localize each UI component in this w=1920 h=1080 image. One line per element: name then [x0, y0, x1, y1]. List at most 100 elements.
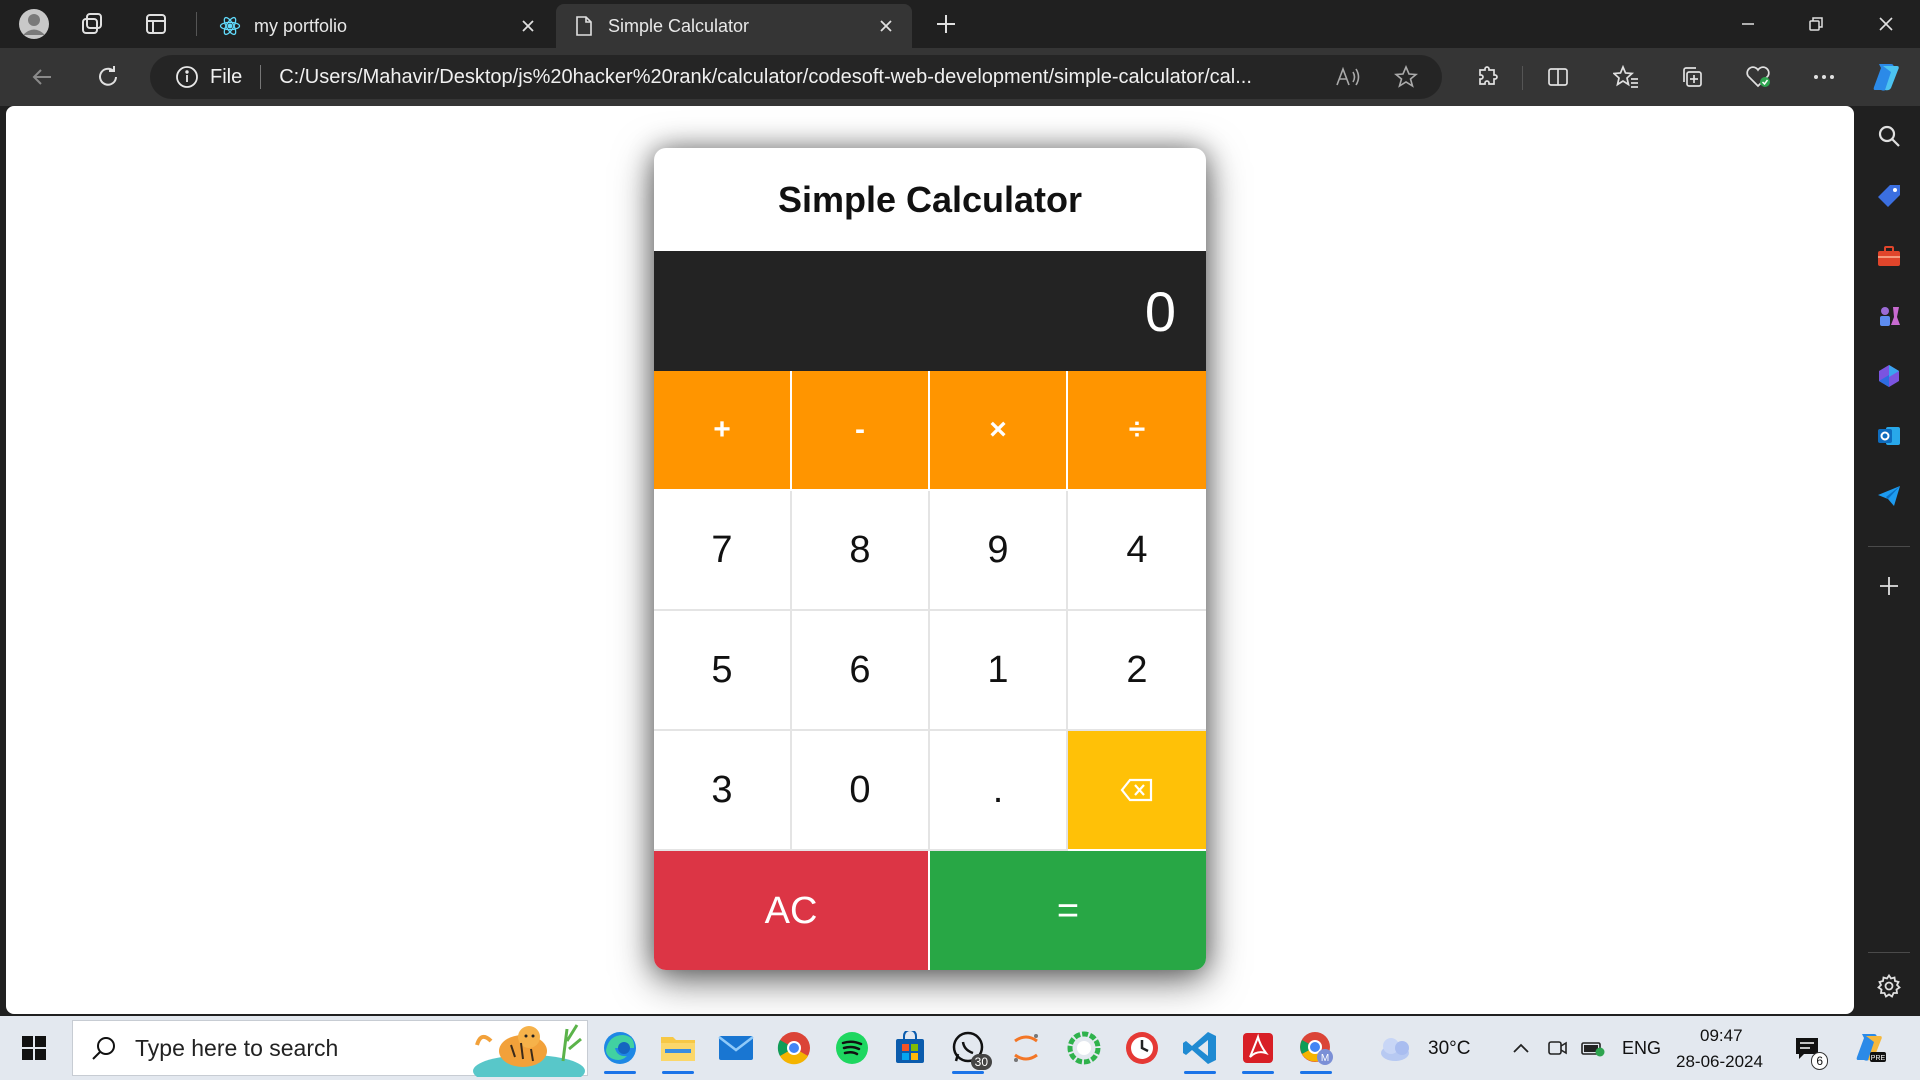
- taskbar-clock-app-icon[interactable]: [1116, 1022, 1168, 1074]
- minimize-icon[interactable]: [1714, 0, 1782, 48]
- restore-icon[interactable]: [1782, 0, 1850, 48]
- favorite-star-icon[interactable]: [1392, 63, 1420, 91]
- subtract-button[interactable]: -: [792, 371, 930, 491]
- digit-6-button[interactable]: 6: [792, 611, 930, 731]
- page-icon: [572, 14, 596, 38]
- tab-actions-icon[interactable]: [136, 4, 176, 44]
- calculator-keypad: + - × ÷ 7 8 9 4 5 6 1 2 3 0 . AC =: [654, 371, 1206, 970]
- add-sidebar-app-icon[interactable]: [1869, 566, 1909, 606]
- taskbar-spotify-icon[interactable]: [826, 1022, 878, 1074]
- digit-8-button[interactable]: 8: [792, 491, 930, 611]
- browser-essentials-icon[interactable]: [1738, 57, 1778, 97]
- calculator-display: 0: [654, 251, 1206, 371]
- multiply-button[interactable]: ×: [930, 371, 1068, 491]
- read-aloud-icon[interactable]: [1334, 63, 1362, 91]
- taskbar-search-box[interactable]: Type here to search: [72, 1020, 588, 1077]
- clock-time[interactable]: 09:47: [1700, 1026, 1743, 1046]
- digit-7-button[interactable]: 7: [654, 491, 792, 611]
- taskbar-mail-icon[interactable]: [710, 1022, 762, 1074]
- taskbar-vscode-icon[interactable]: [1174, 1022, 1226, 1074]
- tab-title: Simple Calculator: [608, 15, 750, 36]
- tab-my-portfolio[interactable]: my portfolio: [204, 4, 554, 48]
- profile-avatar[interactable]: [14, 4, 54, 44]
- copilot-icon[interactable]: [1866, 57, 1906, 97]
- decimal-button[interactable]: .: [930, 731, 1068, 851]
- react-icon: [218, 14, 242, 38]
- search-icon[interactable]: [1869, 116, 1909, 156]
- collections-icon[interactable]: [1672, 57, 1712, 97]
- refresh-icon[interactable]: [88, 57, 128, 97]
- calculator-title: Simple Calculator: [777, 178, 1083, 220]
- page-viewport: Simple Calculator 0 + - × ÷ 7 8 9 4 5 6 …: [6, 106, 1854, 1014]
- taskbar-chrome-icon[interactable]: [768, 1022, 820, 1074]
- divide-button[interactable]: ÷: [1068, 371, 1206, 491]
- outlook-icon[interactable]: [1869, 416, 1909, 456]
- weather-icon[interactable]: [1374, 1022, 1420, 1074]
- language-indicator[interactable]: ENG: [1622, 1038, 1661, 1059]
- more-options-icon[interactable]: [1804, 57, 1844, 97]
- backspace-icon: [1120, 778, 1153, 802]
- taskbar-green-ring-icon[interactable]: [1058, 1022, 1110, 1074]
- digit-9-button[interactable]: 9: [930, 491, 1068, 611]
- taskbar-acrobat-icon[interactable]: [1232, 1022, 1284, 1074]
- digit-4-button[interactable]: 4: [1068, 491, 1206, 611]
- notification-badge: 30: [970, 1054, 992, 1070]
- notification-center-icon[interactable]: 6: [1786, 1022, 1830, 1074]
- equals-button[interactable]: =: [930, 851, 1206, 970]
- digit-2-button[interactable]: 2: [1068, 611, 1206, 731]
- close-window-icon[interactable]: [1852, 0, 1920, 48]
- battery-icon[interactable]: [1578, 1022, 1608, 1074]
- taskbar-edge-icon[interactable]: [594, 1022, 646, 1074]
- address-bar[interactable]: File C:/Users/Mahavir/Desktop/js%20hacke…: [150, 55, 1442, 99]
- tools-briefcase-icon[interactable]: [1869, 236, 1909, 276]
- extensions-icon[interactable]: [1468, 57, 1508, 97]
- copilot-preview-icon[interactable]: PRE: [1848, 1022, 1892, 1074]
- divider: [1522, 66, 1523, 90]
- divider: [260, 65, 262, 89]
- navigation-bar: File C:/Users/Mahavir/Desktop/js%20hacke…: [0, 48, 1920, 106]
- digit-0-button[interactable]: 0: [792, 731, 930, 851]
- meet-now-icon[interactable]: [1542, 1022, 1572, 1074]
- digit-3-button[interactable]: 3: [654, 731, 792, 851]
- active-indicator: [1184, 1071, 1216, 1074]
- calculator: Simple Calculator 0 + - × ÷ 7 8 9 4 5 6 …: [654, 148, 1206, 970]
- new-tab-icon[interactable]: [926, 4, 966, 44]
- taskbar-store-icon[interactable]: [884, 1022, 936, 1074]
- split-screen-icon[interactable]: [1538, 57, 1578, 97]
- windows-start-icon[interactable]: [12, 1028, 56, 1068]
- search-icon: [89, 1033, 119, 1063]
- workspaces-icon[interactable]: [72, 4, 112, 44]
- digit-5-button[interactable]: 5: [654, 611, 792, 731]
- taskbar-whatsapp-icon[interactable]: 30: [942, 1022, 994, 1074]
- search-highlight-tiger-image: [473, 1024, 585, 1077]
- close-tab-icon[interactable]: [516, 14, 540, 38]
- active-indicator: [1300, 1071, 1332, 1074]
- show-hidden-icons-chevron-icon[interactable]: [1506, 1022, 1536, 1074]
- taskbar: Type here to search 30 M 30°C ENG 09:47 …: [0, 1016, 1920, 1080]
- taskbar-jupyter-icon[interactable]: [1000, 1022, 1052, 1074]
- favorites-icon[interactable]: [1606, 57, 1646, 97]
- digit-1-button[interactable]: 1: [930, 611, 1068, 731]
- svg-text:PRE: PRE: [1871, 1055, 1886, 1062]
- taskbar-file-explorer-icon[interactable]: [652, 1022, 704, 1074]
- back-icon[interactable]: [22, 57, 62, 97]
- clock-date[interactable]: 28-06-2024: [1676, 1052, 1763, 1072]
- tab-simple-calculator[interactable]: Simple Calculator: [556, 4, 912, 48]
- url-text[interactable]: C:/Users/Mahavir/Desktop/js%20hacker%20r…: [279, 66, 1309, 89]
- settings-gear-icon[interactable]: [1869, 966, 1909, 1006]
- divider: [196, 12, 197, 36]
- microsoft-365-icon[interactable]: [1869, 356, 1909, 396]
- weather-temperature[interactable]: 30°C: [1428, 1038, 1470, 1060]
- active-indicator: [604, 1071, 636, 1074]
- backspace-button[interactable]: [1068, 731, 1206, 851]
- taskbar-chrome-profile-icon[interactable]: M: [1290, 1022, 1342, 1074]
- games-icon[interactable]: [1869, 296, 1909, 336]
- active-indicator: [952, 1071, 984, 1074]
- close-tab-icon[interactable]: [874, 14, 898, 38]
- add-button[interactable]: +: [654, 371, 792, 491]
- info-icon[interactable]: [174, 64, 200, 90]
- clear-button[interactable]: AC: [654, 851, 930, 970]
- send-telegram-icon[interactable]: [1869, 476, 1909, 516]
- title-bar: my portfolio Simple Calculator: [0, 0, 1920, 48]
- shopping-tag-icon[interactable]: [1869, 176, 1909, 216]
